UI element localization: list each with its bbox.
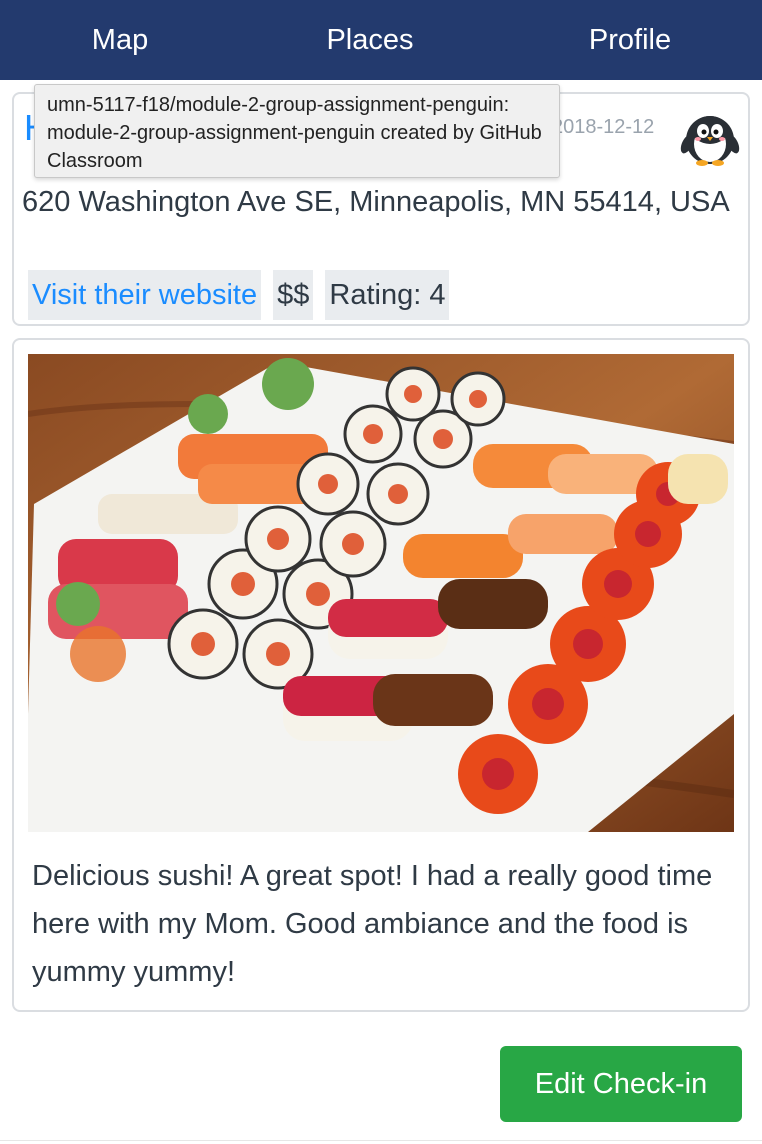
rating-badge: Rating: 4: [325, 270, 450, 320]
penguin-icon: [678, 106, 742, 166]
edit-checkin-button[interactable]: Edit Check-in: [500, 1046, 742, 1122]
place-address: 620 Washington Ave SE, Minneapolis, MN 5…: [22, 186, 730, 218]
price-badge: $$: [273, 270, 314, 320]
checkin-date: 2018-12-12: [552, 116, 655, 138]
tooltip: umn-5117-f18/module-2-group-assignment-p…: [34, 84, 560, 178]
website-link[interactable]: Visit their website: [28, 270, 262, 320]
nav-map[interactable]: Map: [60, 0, 180, 80]
review-text: Delicious sushi! A great spot! I had a r…: [32, 860, 713, 988]
nav-places[interactable]: Places: [300, 0, 440, 80]
place-tags: Visit their website $$ Rating: 4: [28, 270, 450, 320]
nav-profile[interactable]: Profile: [565, 0, 695, 80]
bottom-divider: [0, 1140, 762, 1141]
checkin-card: Delicious sushi! A great spot! I had a r…: [12, 338, 750, 1012]
top-navbar: Map Places Profile: [0, 0, 762, 80]
sushi-platter-photo: [28, 354, 734, 832]
